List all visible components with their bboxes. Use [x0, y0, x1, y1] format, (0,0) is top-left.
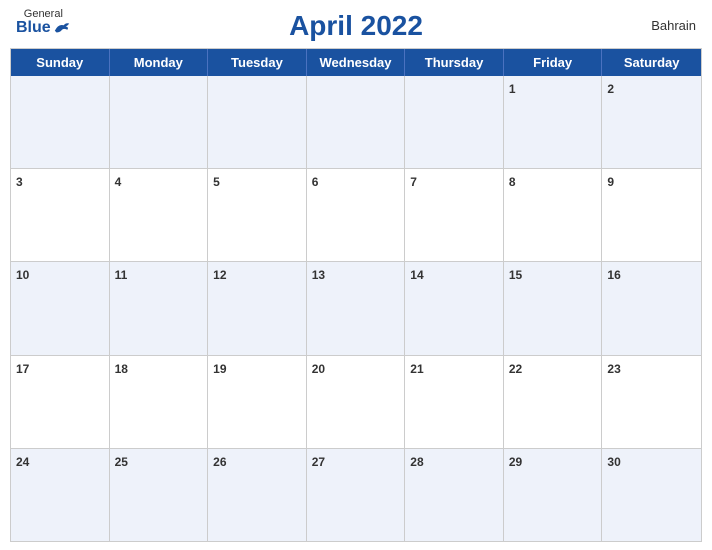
day-cell-22: 22	[504, 356, 603, 448]
day-cell-19: 19	[208, 356, 307, 448]
day-number: 18	[115, 362, 128, 376]
day-cell-empty	[11, 76, 110, 168]
day-cell-16: 16	[602, 262, 701, 354]
header-tuesday: Tuesday	[208, 49, 307, 76]
day-cell-2: 2	[602, 76, 701, 168]
day-number: 10	[16, 268, 29, 282]
week-row-4: 17 18 19 20 21 22 23	[11, 356, 701, 449]
day-cell-30: 30	[602, 449, 701, 541]
day-number: 1	[509, 82, 516, 96]
day-cell-13: 13	[307, 262, 406, 354]
day-number: 17	[16, 362, 29, 376]
day-cell-20: 20	[307, 356, 406, 448]
day-cell-empty	[110, 76, 209, 168]
day-cell-3: 3	[11, 169, 110, 261]
header-sunday: Sunday	[11, 49, 110, 76]
calendar-weeks: 1234567891011121314151617181920212223242…	[11, 76, 701, 541]
day-cell-11: 11	[110, 262, 209, 354]
day-number: 27	[312, 455, 325, 469]
day-cell-27: 27	[307, 449, 406, 541]
day-number: 9	[607, 175, 614, 189]
day-number: 11	[115, 268, 128, 282]
day-headers-row: Sunday Monday Tuesday Wednesday Thursday…	[11, 49, 701, 76]
day-number: 20	[312, 362, 325, 376]
day-cell-24: 24	[11, 449, 110, 541]
day-number: 30	[607, 455, 620, 469]
day-number: 28	[410, 455, 423, 469]
day-cell-empty	[208, 76, 307, 168]
day-number: 29	[509, 455, 522, 469]
day-cell-6: 6	[307, 169, 406, 261]
day-number: 19	[213, 362, 226, 376]
day-number: 13	[312, 268, 325, 282]
day-number: 24	[16, 455, 29, 469]
calendar-header: General Blue April 2022 Bahrain	[0, 0, 712, 48]
day-number: 5	[213, 175, 220, 189]
header-thursday: Thursday	[405, 49, 504, 76]
day-cell-21: 21	[405, 356, 504, 448]
week-row-5: 24 25 26 27 28 29 30	[11, 449, 701, 541]
calendar-title: April 2022	[289, 10, 423, 42]
day-number: 22	[509, 362, 522, 376]
day-number: 6	[312, 175, 319, 189]
day-cell-5: 5	[208, 169, 307, 261]
day-number: 8	[509, 175, 516, 189]
day-number: 21	[410, 362, 423, 376]
day-cell-29: 29	[504, 449, 603, 541]
day-cell-7: 7	[405, 169, 504, 261]
header-saturday: Saturday	[602, 49, 701, 76]
day-number: 3	[16, 175, 23, 189]
day-cell-12: 12	[208, 262, 307, 354]
logo: General Blue	[16, 8, 71, 36]
day-number: 25	[115, 455, 128, 469]
week-row-3: 10 11 12 13 14 15 16	[11, 262, 701, 355]
day-cell-25: 25	[110, 449, 209, 541]
day-cell-10: 10	[11, 262, 110, 354]
day-cell-empty	[307, 76, 406, 168]
day-number: 23	[607, 362, 620, 376]
day-number: 14	[410, 268, 423, 282]
day-cell-23: 23	[602, 356, 701, 448]
day-cell-15: 15	[504, 262, 603, 354]
header-wednesday: Wednesday	[307, 49, 406, 76]
day-number: 7	[410, 175, 417, 189]
calendar-grid-container: Sunday Monday Tuesday Wednesday Thursday…	[10, 48, 702, 542]
day-number: 15	[509, 268, 522, 282]
day-number: 16	[607, 268, 620, 282]
day-number: 12	[213, 268, 226, 282]
week-row-1: 12	[11, 76, 701, 169]
day-cell-8: 8	[504, 169, 603, 261]
day-cell-4: 4	[110, 169, 209, 261]
day-cell-17: 17	[11, 356, 110, 448]
day-cell-14: 14	[405, 262, 504, 354]
day-cell-28: 28	[405, 449, 504, 541]
day-number: 2	[607, 82, 614, 96]
day-cell-empty	[405, 76, 504, 168]
header-monday: Monday	[110, 49, 209, 76]
logo-blue-text: Blue	[16, 20, 71, 36]
day-cell-26: 26	[208, 449, 307, 541]
day-cell-1: 1	[504, 76, 603, 168]
week-row-2: 3 4 5 6 7 8 9	[11, 169, 701, 262]
country-label: Bahrain	[651, 18, 696, 33]
day-number: 26	[213, 455, 226, 469]
logo-bird-icon	[53, 21, 71, 35]
header-friday: Friday	[504, 49, 603, 76]
day-number: 4	[115, 175, 122, 189]
day-cell-9: 9	[602, 169, 701, 261]
day-cell-18: 18	[110, 356, 209, 448]
